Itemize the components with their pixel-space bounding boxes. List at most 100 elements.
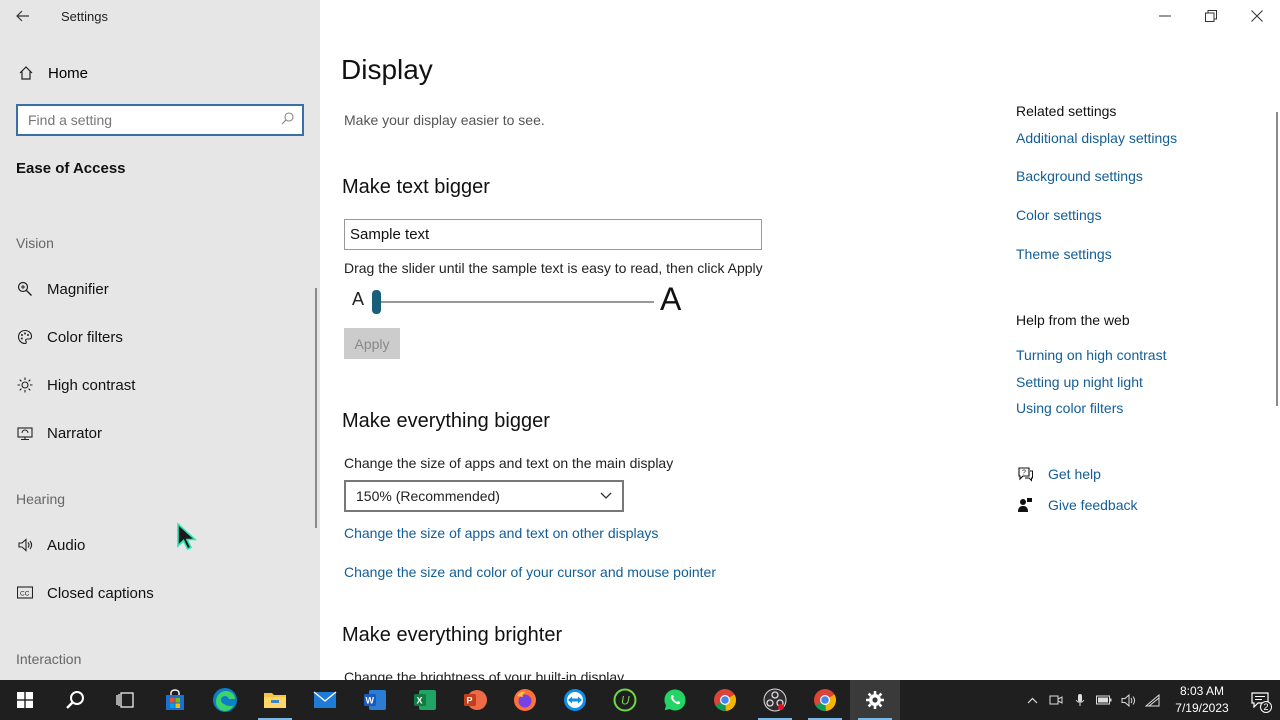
taskbar-clock[interactable]: 8:03 AM 7/19/2023 bbox=[1164, 683, 1240, 717]
close-button[interactable] bbox=[1234, 0, 1280, 32]
tray-battery[interactable] bbox=[1092, 680, 1116, 720]
speaker-icon bbox=[16, 537, 34, 553]
taskbar-app-chrome-profile[interactable] bbox=[800, 680, 850, 720]
sidebar-item-audio[interactable]: Audio bbox=[16, 532, 306, 558]
wifi-icon bbox=[1144, 693, 1159, 706]
chrome-icon bbox=[714, 689, 737, 712]
chevron-down-icon bbox=[600, 492, 612, 499]
group-label-hearing: Hearing bbox=[16, 491, 66, 507]
close-icon bbox=[1251, 10, 1263, 22]
taskbar-app-file-explorer[interactable] bbox=[250, 680, 300, 720]
search-icon[interactable] bbox=[281, 112, 294, 128]
svg-text:W: W bbox=[366, 696, 375, 706]
link-cursor-pointer[interactable]: Change the size and color of your cursor… bbox=[344, 564, 716, 580]
text-size-slider-thumb[interactable] bbox=[372, 290, 381, 314]
notification-count-badge: 2 bbox=[1260, 701, 1272, 713]
sidebar-item-color-filters[interactable]: Color filters bbox=[16, 324, 306, 350]
sidebar-item-magnifier[interactable]: Magnifier bbox=[16, 276, 306, 302]
taskbar-app-whatsapp[interactable] bbox=[650, 680, 700, 720]
search-icon bbox=[66, 691, 84, 709]
tray-microphone[interactable] bbox=[1068, 680, 1092, 720]
taskbar-app-upwork[interactable]: U bbox=[600, 680, 650, 720]
taskbar-app-edge[interactable] bbox=[200, 680, 250, 720]
taskbar-app-chrome[interactable] bbox=[700, 680, 750, 720]
tray-network[interactable] bbox=[1140, 680, 1164, 720]
main-content: Display Make your display easier to see.… bbox=[320, 0, 1280, 680]
sun-icon bbox=[16, 377, 34, 393]
sidebar-item-label: Audio bbox=[47, 536, 86, 554]
whatsapp-icon bbox=[664, 689, 686, 711]
sidebar-item-closed-captions[interactable]: CC Closed captions bbox=[16, 580, 306, 606]
taskbar-app-powerpoint[interactable]: P bbox=[450, 680, 500, 720]
minimize-button[interactable] bbox=[1142, 0, 1188, 32]
sidebar-item-home[interactable]: Home bbox=[16, 60, 88, 86]
back-arrow-icon bbox=[16, 10, 29, 22]
sidebar-item-label: Home bbox=[48, 64, 89, 82]
search-input[interactable] bbox=[28, 112, 268, 128]
system-tray: 8:03 AM 7/19/2023 2 bbox=[1020, 680, 1280, 720]
link-background-settings[interactable]: Background settings bbox=[1016, 168, 1143, 184]
taskbar-app-firefox[interactable] bbox=[500, 680, 550, 720]
word-icon: W bbox=[364, 690, 386, 710]
upwork-icon: U bbox=[613, 688, 637, 712]
link-theme-settings[interactable]: Theme settings bbox=[1016, 246, 1112, 262]
slider-min-label: A bbox=[352, 289, 365, 309]
link-high-contrast-help[interactable]: Turning on high contrast bbox=[1016, 347, 1166, 363]
show-hidden-icons-button[interactable] bbox=[1020, 680, 1044, 720]
svg-text:?: ? bbox=[1022, 470, 1026, 477]
svg-text:X: X bbox=[417, 696, 423, 706]
slider-max-label: A bbox=[660, 281, 682, 317]
tray-volume[interactable] bbox=[1116, 680, 1140, 720]
apply-button[interactable]: Apply bbox=[344, 328, 400, 359]
page-subtitle: Make your display easier to see. bbox=[344, 112, 545, 128]
link-color-filters-help[interactable]: Using color filters bbox=[1016, 400, 1123, 416]
sample-text-preview: Sample text bbox=[344, 219, 762, 250]
svg-text:U: U bbox=[621, 694, 630, 708]
tray-meet-now[interactable] bbox=[1044, 680, 1068, 720]
folder-icon bbox=[264, 693, 286, 708]
windows-logo-icon bbox=[17, 692, 33, 708]
taskbar-app-excel[interactable]: X bbox=[400, 680, 450, 720]
taskbar-app-mail[interactable] bbox=[300, 680, 350, 720]
scale-dropdown[interactable]: 150% (Recommended) bbox=[344, 480, 624, 512]
chevron-up-icon bbox=[1027, 697, 1037, 703]
taskbar-app-teamviewer[interactable] bbox=[550, 680, 600, 720]
sidebar: Settings Home Ease of Access Vision Magn… bbox=[0, 0, 320, 680]
page-title: Display bbox=[341, 54, 433, 85]
mouse-cursor-icon bbox=[176, 522, 198, 557]
restore-button[interactable] bbox=[1188, 0, 1234, 32]
give-feedback-label: Give feedback bbox=[1048, 497, 1138, 513]
search-box[interactable] bbox=[16, 104, 304, 136]
link-additional-display-settings[interactable]: Additional display settings bbox=[1016, 130, 1177, 146]
sidebar-item-label: Narrator bbox=[47, 424, 103, 442]
app-title: Settings bbox=[61, 8, 108, 24]
sidebar-item-high-contrast[interactable]: High contrast bbox=[16, 372, 306, 398]
taskbar-app-settings[interactable] bbox=[850, 680, 900, 720]
link-color-settings[interactable]: Color settings bbox=[1016, 207, 1102, 223]
palette-icon bbox=[16, 329, 34, 345]
taskbar-app-obs[interactable] bbox=[750, 680, 800, 720]
task-view-button[interactable] bbox=[100, 680, 150, 720]
link-other-displays[interactable]: Change the size of apps and text on othe… bbox=[344, 525, 658, 541]
taskbar-search-button[interactable] bbox=[50, 680, 100, 720]
battery-icon bbox=[1096, 695, 1112, 705]
link-night-light-help[interactable]: Setting up night light bbox=[1016, 374, 1143, 390]
back-button[interactable] bbox=[0, 0, 46, 32]
get-help-link[interactable]: ? Get help bbox=[1016, 466, 1101, 482]
sidebar-item-label: Magnifier bbox=[47, 280, 109, 298]
text-size-slider[interactable] bbox=[374, 301, 654, 303]
chrome-icon bbox=[814, 689, 837, 712]
action-center-button[interactable]: 2 bbox=[1240, 680, 1280, 720]
taskbar-app-store[interactable] bbox=[150, 680, 200, 720]
sidebar-item-narrator[interactable]: Narrator bbox=[16, 420, 306, 446]
camera-icon bbox=[1049, 695, 1063, 705]
scale-dropdown-value: 150% (Recommended) bbox=[356, 488, 500, 504]
group-label-interaction: Interaction bbox=[16, 651, 82, 667]
start-button[interactable] bbox=[0, 680, 50, 720]
give-feedback-link[interactable]: Give feedback bbox=[1016, 497, 1138, 513]
main-scrollbar[interactable] bbox=[1276, 112, 1278, 406]
section-title: Ease of Access bbox=[16, 160, 126, 177]
sidebar-scrollbar[interactable] bbox=[315, 288, 317, 528]
taskbar-app-word[interactable]: W bbox=[350, 680, 400, 720]
task-view-icon bbox=[116, 692, 134, 708]
